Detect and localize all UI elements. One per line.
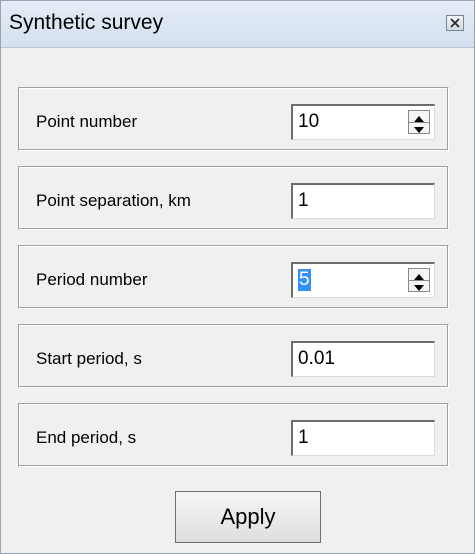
- point-number-label: Point number: [36, 112, 138, 131]
- close-button[interactable]: [446, 15, 464, 31]
- period-number-spinner[interactable]: [408, 268, 430, 292]
- end-period-field[interactable]: 1: [291, 420, 435, 456]
- start-period-label: Start period, s: [36, 349, 142, 368]
- point-separation-label: Point separation, km: [36, 191, 191, 210]
- period-number-value[interactable]: 5: [298, 269, 311, 291]
- window-title: Synthetic survey: [9, 11, 164, 34]
- end-period-value[interactable]: 1: [298, 427, 309, 449]
- title-bar[interactable]: Synthetic survey: [1, 1, 474, 48]
- point-number-spinner[interactable]: [408, 110, 430, 134]
- start-period-field[interactable]: 0.01: [291, 341, 435, 377]
- spin-down-button[interactable]: [409, 280, 429, 291]
- arrow-down-icon: [414, 285, 424, 291]
- point-number-spin-field[interactable]: 10: [291, 104, 435, 140]
- start-period-group: Start period, s 0.01: [18, 324, 449, 388]
- spin-down-button[interactable]: [409, 122, 429, 133]
- period-number-group: Period number 5: [18, 245, 449, 309]
- start-period-value[interactable]: 0.01: [298, 348, 335, 370]
- arrow-down-icon: [414, 127, 424, 133]
- end-period-group: End period, s 1: [18, 403, 449, 467]
- period-number-spin-field[interactable]: 5: [291, 262, 435, 298]
- point-separation-group: Point separation, km 1: [18, 166, 449, 230]
- synthetic-survey-dialog: Synthetic survey Point number 10 Point s…: [0, 0, 475, 554]
- end-period-label: End period, s: [36, 428, 137, 447]
- apply-button[interactable]: Apply: [175, 491, 321, 543]
- close-icon: [450, 18, 460, 28]
- point-number-group: Point number 10: [18, 87, 449, 151]
- point-number-value[interactable]: 10: [298, 111, 319, 133]
- point-separation-field[interactable]: 1: [291, 183, 435, 219]
- period-number-label: Period number: [36, 270, 148, 289]
- point-separation-value[interactable]: 1: [298, 190, 309, 212]
